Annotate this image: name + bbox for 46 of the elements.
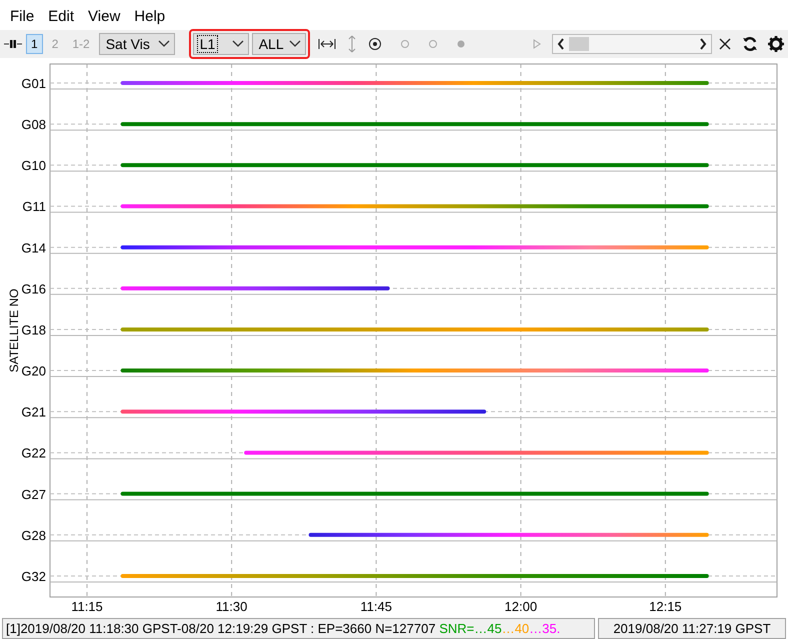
satellite-label: G14 — [21, 240, 46, 256]
satellite-label: G28 — [21, 528, 46, 543]
close-icon[interactable] — [718, 37, 732, 52]
axis-label: SATELLITE NO — [7, 288, 21, 372]
time-tick-label: 12:15 — [649, 599, 682, 614]
chevron-down-icon — [288, 40, 301, 48]
satellite-label: G22 — [21, 446, 46, 461]
menu-item[interactable]: Edit — [48, 8, 74, 28]
chevron-down-icon — [232, 40, 244, 48]
plot-type-dropdown[interactable]: Sat Vis — [98, 33, 175, 56]
snr-legend-label: …40 — [502, 621, 530, 636]
satellite-label: G01 — [21, 76, 46, 92]
fit-horizontal-icon[interactable] — [318, 38, 336, 50]
dot-icon[interactable] — [456, 39, 466, 50]
time-tick-label: 12:00 — [504, 599, 538, 614]
time-tick-label: 11:45 — [360, 599, 392, 614]
time-tick-label: 11:15 — [71, 599, 103, 614]
satellite-label: G16 — [21, 281, 46, 296]
satellite-dropdown[interactable]: ALL — [252, 33, 306, 56]
chevron-right-icon[interactable] — [698, 38, 707, 50]
signal-dropdown[interactable]: L1 — [192, 33, 249, 56]
settings-icon[interactable] — [768, 36, 784, 52]
menu-item[interactable]: File — [10, 8, 34, 28]
chevron-down-icon — [158, 40, 170, 48]
satellite-label: G08 — [21, 117, 46, 132]
chevron-left-icon[interactable] — [556, 38, 565, 50]
frequency-button[interactable]: 1 — [26, 34, 43, 54]
time-tick-label: 11:30 — [216, 599, 248, 614]
menu-item[interactable]: View — [88, 8, 120, 28]
refresh-icon[interactable] — [742, 36, 758, 52]
satellite-label: G27 — [21, 486, 46, 502]
time-scrollbar[interactable] — [552, 34, 712, 54]
center-icon[interactable] — [368, 37, 382, 52]
satellite-label: G10 — [21, 158, 46, 174]
status-text: [1]2019/08/20 11:18:30 GPST-08/20 12:19:29 GPST : EP=3660 N=127707 — [6, 621, 437, 636]
satellite-label: G11 — [22, 199, 46, 214]
satellite-label: G32 — [21, 569, 46, 584]
scroll-thumb[interactable] — [568, 37, 589, 52]
satellite-label: G21 — [21, 404, 46, 420]
menu-item[interactable]: Help — [134, 8, 166, 28]
status-time: 2019/08/20 11:27:19 GPST — [598, 618, 786, 639]
snr-legend-label: SNR=…45 — [439, 621, 502, 636]
satellite-label: G20 — [21, 364, 46, 379]
snr-legend-label: …35. — [529, 621, 560, 636]
satellite-label: G18 — [21, 322, 46, 338]
pause-icon[interactable] — [4, 39, 22, 50]
